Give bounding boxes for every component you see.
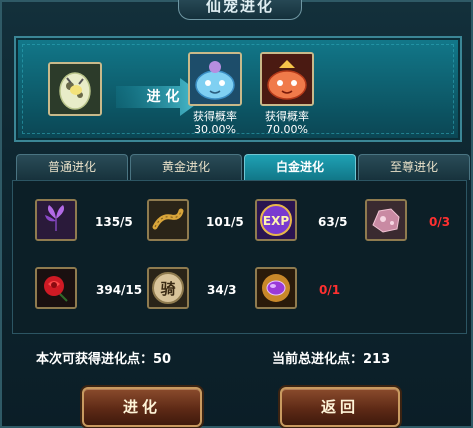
result-pet-slot-1[interactable] — [188, 52, 242, 106]
material-slot-2[interactable] — [147, 199, 189, 241]
tab-normal-evolve[interactable]: 普通进化 — [16, 154, 128, 180]
material-count-1: 135/5 — [95, 215, 133, 229]
ride-token-text: 骑 — [160, 280, 175, 298]
evolution-preview-panel: 进 化 获得概率 30.00% 获得概率 70.00% — [14, 36, 462, 142]
total-points-value: 213 — [363, 352, 391, 367]
material-slot-5[interactable] — [35, 267, 77, 309]
material-slot-1[interactable] — [35, 199, 77, 241]
material-slot-4[interactable] — [365, 199, 407, 241]
total-points-label: 当前总进化点： — [272, 352, 364, 367]
gain-points: 本次可获得进化点：50 — [36, 348, 171, 367]
material-count-6: 34/3 — [207, 283, 237, 297]
total-points: 当前总进化点：213 — [272, 348, 390, 367]
ride-token-icon: 骑 — [149, 269, 187, 307]
blue-slime-pet-icon — [190, 54, 240, 104]
gain-points-label: 本次可获得进化点： — [36, 352, 154, 367]
material-count-4: 0/3 — [429, 215, 451, 229]
tab-platinum-evolve[interactable]: 白金进化 — [244, 154, 356, 180]
material-count-7: 0/1 — [319, 283, 341, 297]
pink-ore-icon — [367, 201, 405, 239]
tab-supreme-evolve[interactable]: 至尊进化 — [358, 154, 470, 180]
material-count-5: 394/15 — [96, 283, 143, 297]
result-1-rate-label: 获得概率 — [193, 110, 237, 123]
material-count-2: 101/5 — [206, 215, 244, 229]
egg-pet-icon — [50, 64, 100, 114]
material-slot-6[interactable]: 骑 — [147, 267, 189, 309]
material-slot-7[interactable] — [255, 267, 297, 309]
result-2-rate-label: 获得概率 — [265, 110, 309, 123]
evolve-button[interactable]: 进化 — [82, 387, 202, 427]
result-pet-slot-2[interactable] — [260, 52, 314, 106]
result-1-rate-value: 30.00% — [194, 123, 236, 136]
back-button[interactable]: 返回 — [280, 387, 400, 427]
result-2-rate-value: 70.00% — [266, 123, 308, 136]
material-count-3: 63/5 — [318, 215, 348, 229]
materials-panel: 135/5 101/5 EXP 63/5 0/3 394/15 骑 34/3 0… — [12, 180, 467, 334]
purple-gem-icon — [257, 269, 295, 307]
purple-flower-icon — [37, 201, 75, 239]
red-rose-icon — [37, 269, 75, 307]
window-title: 仙宠进化 — [178, 0, 302, 20]
tab-gold-evolve[interactable]: 黄金进化 — [130, 154, 242, 180]
exp-orb-text: EXP — [263, 214, 289, 228]
gain-points-value: 50 — [153, 352, 172, 367]
material-slot-3[interactable]: EXP — [255, 199, 297, 241]
exp-orb-icon: EXP — [257, 201, 295, 239]
golden-worm-icon — [149, 201, 187, 239]
current-pet-slot[interactable] — [48, 62, 102, 116]
red-slime-pet-icon — [262, 54, 312, 104]
evolution-window: 仙宠进化 进 化 获得概率 30.00% 获得概率 70.00% 普通进化 黄金… — [0, 0, 473, 428]
